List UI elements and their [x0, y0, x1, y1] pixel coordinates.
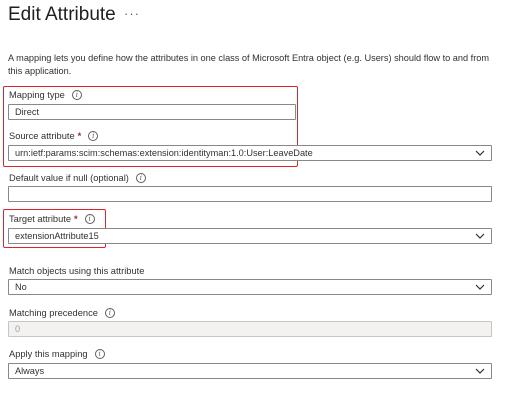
info-icon[interactable]: i — [94, 349, 105, 359]
mapping-type-label: Mapping type i — [9, 90, 82, 100]
apply-mapping-dropdown[interactable]: Always — [8, 363, 492, 379]
source-attribute-label: Source attribute * i — [9, 131, 99, 141]
default-value-input[interactable] — [8, 186, 492, 202]
match-objects-dropdown[interactable]: No — [8, 279, 492, 295]
mapping-type-dropdown[interactable]: Direct — [8, 104, 296, 120]
target-attribute-dropdown[interactable]: extensionAttribute15 — [8, 228, 492, 244]
more-options-button[interactable]: ··· — [124, 6, 140, 21]
default-value-label: Default value if null (optional) i — [9, 173, 146, 183]
matching-precedence-input: 0 — [8, 321, 492, 337]
info-icon[interactable]: i — [104, 308, 115, 318]
required-marker: * — [74, 214, 78, 224]
chevron-down-icon — [475, 150, 485, 156]
source-attribute-dropdown[interactable]: urn:ietf:params:scim:schemas:extension:i… — [8, 145, 492, 161]
info-icon[interactable]: i — [88, 131, 99, 141]
match-objects-label: Match objects using this attribute — [9, 266, 145, 276]
chevron-down-icon — [475, 284, 485, 290]
required-marker: * — [77, 131, 82, 141]
target-attribute-label: Target attribute * i — [9, 214, 95, 224]
info-icon[interactable]: i — [84, 214, 95, 224]
apply-mapping-label: Apply this mapping i — [9, 349, 105, 359]
matching-precedence-label: Matching precedence i — [9, 308, 115, 318]
info-icon[interactable]: i — [135, 173, 146, 183]
page-title: Edit Attribute — [8, 4, 116, 25]
chevron-down-icon — [475, 233, 485, 239]
chevron-down-icon — [475, 368, 485, 374]
description-text: A mapping lets you define how the attrib… — [8, 53, 490, 76]
info-icon[interactable]: i — [71, 90, 82, 100]
